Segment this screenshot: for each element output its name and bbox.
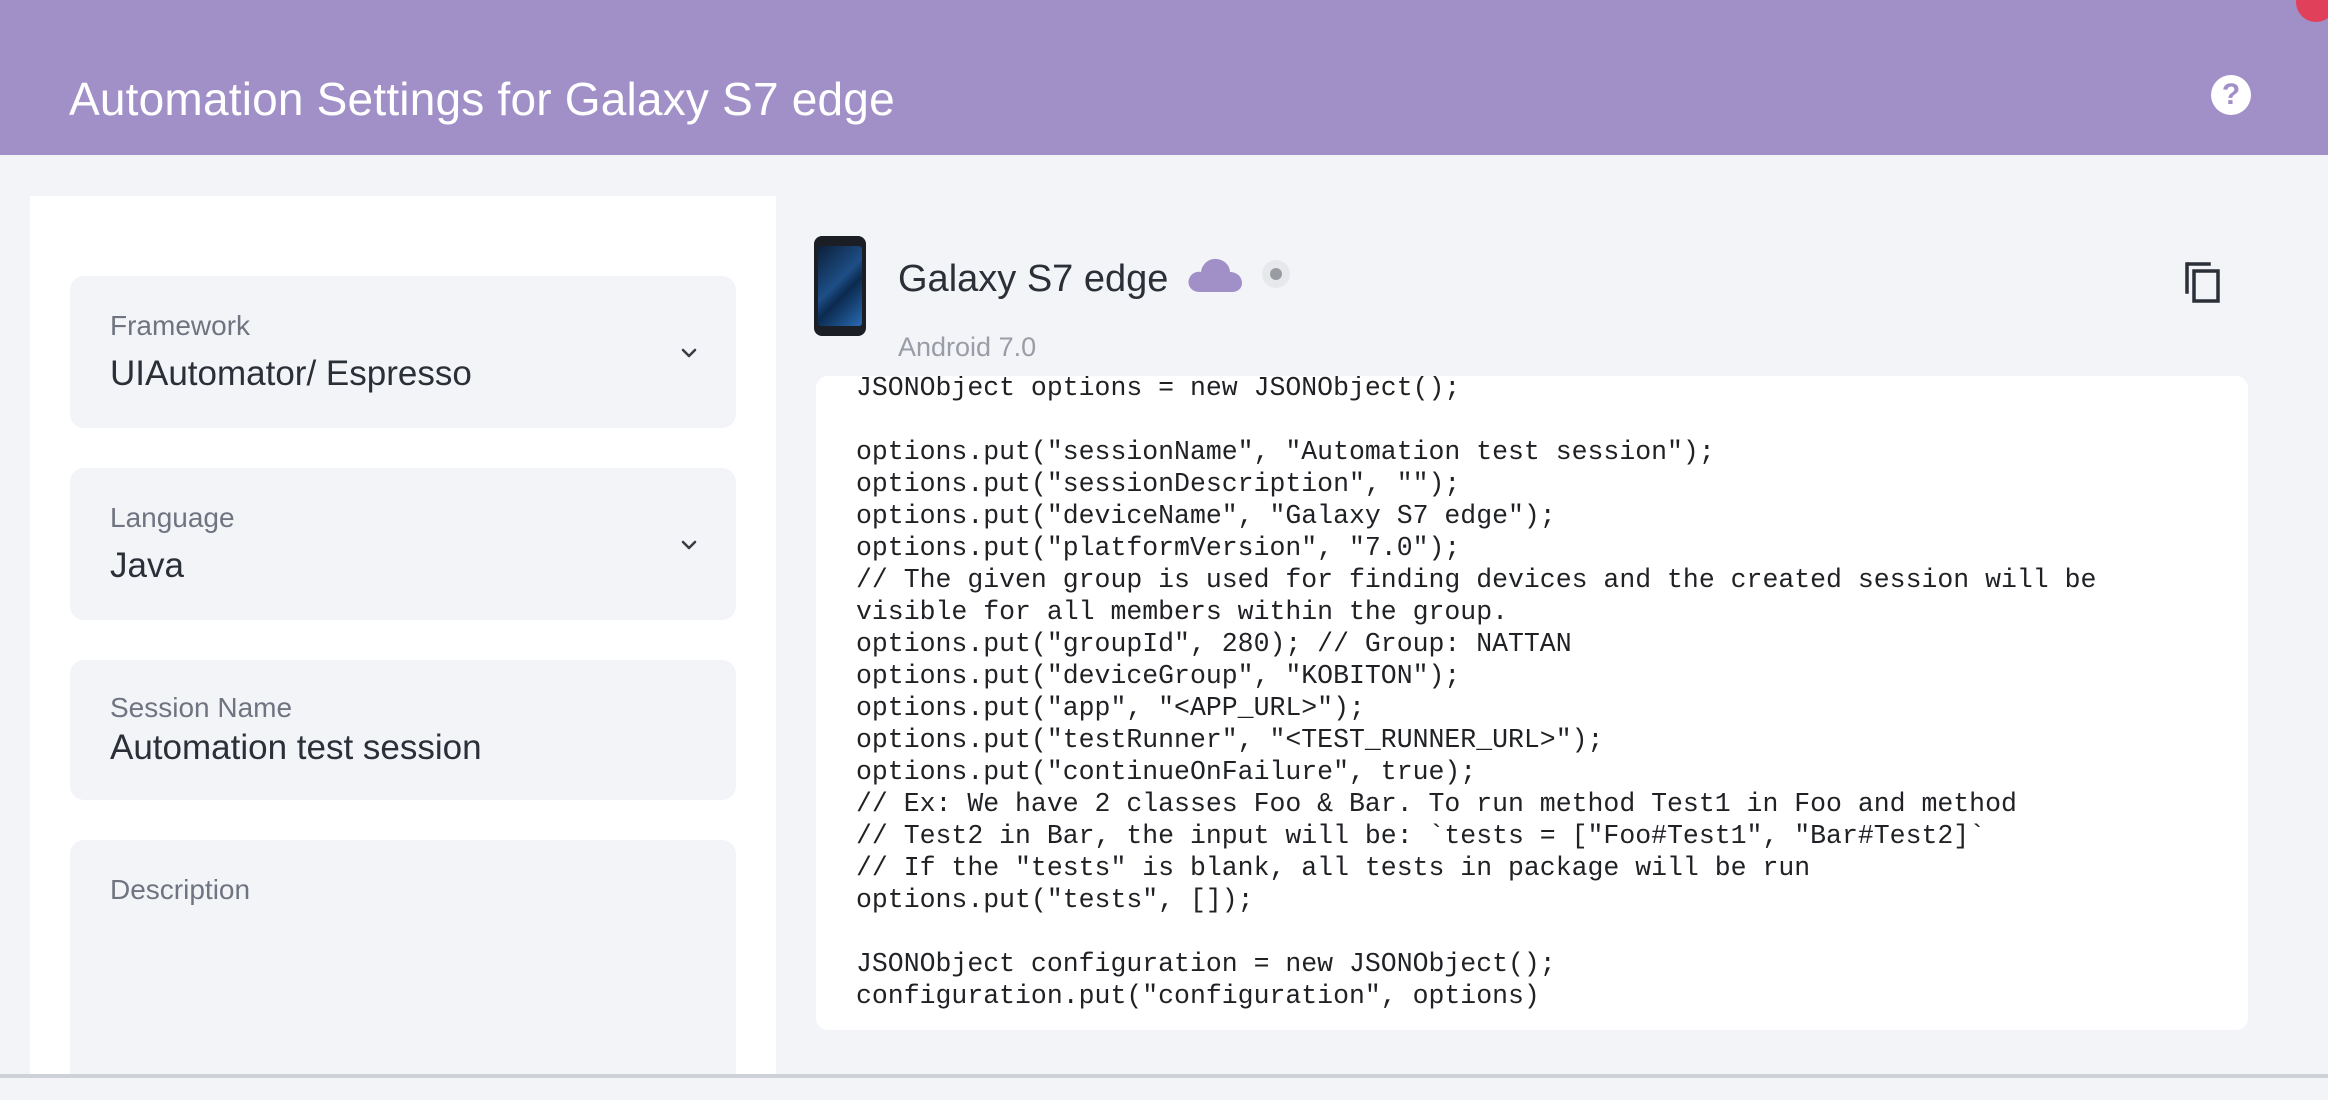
code-line: options.put("groupId", 280); // Group: N…: [856, 629, 1572, 659]
code-line: options.put("tests", []);: [856, 885, 1254, 915]
settings-form: Framework UIAutomator/ Espresso Language…: [30, 196, 776, 1100]
page-title: Automation Settings for Galaxy S7 edge: [69, 73, 895, 125]
status-indicator: [1262, 260, 1290, 288]
session-name-input[interactable]: Automation test session: [110, 728, 482, 768]
framework-label: Framework: [110, 310, 251, 341]
language-select[interactable]: Language Java: [70, 468, 736, 620]
language-value: Java: [110, 546, 184, 585]
device-os-version: Android 7.0: [898, 332, 1037, 362]
code-line: visible for all members within the group…: [856, 597, 1509, 627]
device-name: Galaxy S7 edge: [898, 258, 1169, 300]
code-line: // If the "tests" is blank, all tests in…: [856, 853, 1811, 883]
copy-icon[interactable]: [2183, 260, 2223, 304]
header-bar: Automation Settings for Galaxy S7 edge ?: [0, 0, 2328, 155]
code-line: JSONObject configuration = new JSONObjec…: [856, 949, 1556, 979]
bottom-divider: [0, 1074, 2328, 1078]
code-line: // Ex: We have 2 classes Foo & Bar. To r…: [856, 789, 2017, 819]
cloud-icon: [1188, 258, 1242, 292]
session-name-field[interactable]: Session Name Automation test session: [70, 660, 736, 800]
code-line: options.put("sessionName", "Automation t…: [856, 437, 1715, 467]
code-line: options.put("platformVersion", "7.0");: [856, 533, 1461, 563]
code-line: options.put("continueOnFailure", true);: [856, 757, 1477, 787]
framework-value: UIAutomator/ Espresso: [110, 354, 472, 393]
code-line: options.put("deviceName", "Galaxy S7 edg…: [856, 501, 1556, 531]
chevron-down-icon: [681, 540, 697, 550]
description-field[interactable]: Description: [70, 840, 736, 1100]
close-icon[interactable]: [2296, 0, 2328, 22]
code-line: JSONObject options = new JSONObject();: [856, 376, 1461, 403]
code-line: configuration.put("configuration", optio…: [856, 981, 1540, 1011]
code-line: options.put("deviceGroup", "KOBITON");: [856, 661, 1461, 691]
device-panel: Galaxy S7 edge Android 7.0 JSONObject op…: [814, 196, 2248, 1078]
session-name-label: Session Name: [110, 692, 293, 723]
language-label: Language: [110, 502, 235, 533]
code-line: // Test2 in Bar, the input will be: `tes…: [856, 821, 1986, 851]
description-label: Description: [110, 874, 251, 905]
code-line: options.put("sessionDescription", "");: [856, 469, 1461, 499]
chevron-down-icon: [681, 348, 697, 358]
code-line: // The given group is used for finding d…: [856, 565, 2097, 595]
code-block: JSONObject options = new JSONObject(); op…: [856, 376, 2096, 1012]
code-line: options.put("app", "<APP_URL>");: [856, 693, 1365, 723]
code-snippet[interactable]: JSONObject options = new JSONObject(); op…: [816, 376, 2248, 1030]
question-mark-icon[interactable]: ?: [2211, 75, 2251, 115]
framework-select[interactable]: Framework UIAutomator/ Espresso: [70, 276, 736, 428]
code-line: options.put("testRunner", "<TEST_RUNNER_…: [856, 725, 1604, 755]
device-image: [814, 236, 866, 336]
